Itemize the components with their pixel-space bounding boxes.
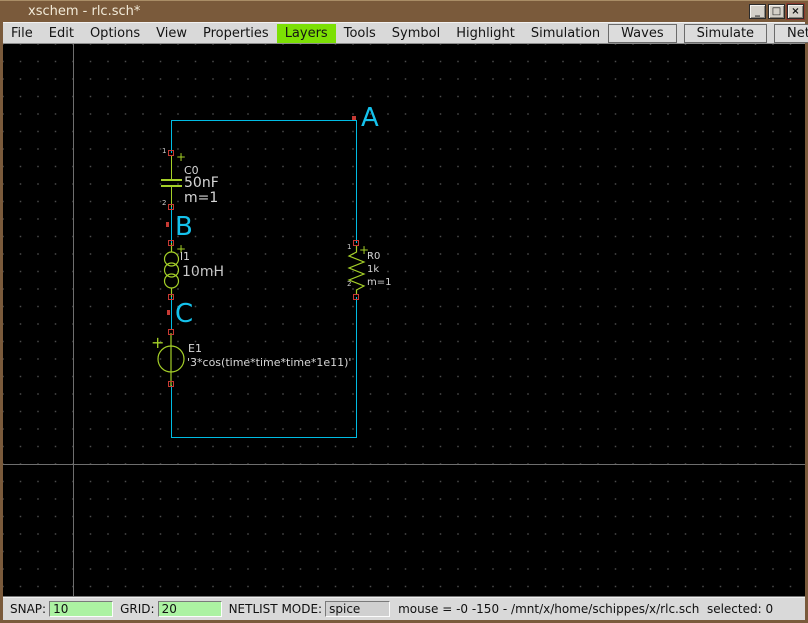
resistor-value[interactable]: 1k [367,264,379,276]
netlist-mode-label: NETLIST MODE: [228,602,323,616]
origin-axis-horizontal [3,464,805,465]
xschem-window: xschem - rlc.sch* _ □ × File Edit Option… [0,0,808,623]
inductor-value[interactable]: 10mH [182,265,224,280]
capacitor-pin2-number: 2 [162,199,167,207]
capacitor-lead-top[interactable] [171,156,172,179]
mouse-status-text: mouse = -0 -150 - /mnt/x/home/schippes/x… [398,602,774,616]
menu-edit[interactable]: Edit [41,24,82,43]
source-pin2-marker[interactable] [168,381,174,387]
wire-left-2[interactable] [171,207,172,243]
menu-file[interactable]: File [3,24,41,43]
node-label-a[interactable]: A [361,105,379,131]
window-title: xschem - rlc.sch* [28,4,141,19]
netlist-button[interactable]: Netlist [774,23,808,43]
wire-right-1[interactable] [356,120,357,243]
inductor-pin1-marker[interactable] [168,240,174,246]
node-label-c[interactable]: C [175,301,193,327]
simulate-button[interactable]: Simulate [683,23,768,43]
resistor-pin1-number: 1 [347,243,352,251]
menu-properties[interactable]: Properties [195,24,277,43]
grid-input[interactable] [157,601,222,617]
waves-button[interactable]: Waves [608,23,677,43]
wire-left-3[interactable] [171,297,172,330]
menu-view[interactable]: View [148,24,195,43]
grid-label: GRID: [120,602,155,616]
menu-highlight[interactable]: Highlight [448,24,523,43]
resistor-pin2-number: 2 [347,280,352,288]
source-name[interactable]: E1 [188,343,202,355]
schematic-canvas[interactable]: 1 2 + C0 50nF m=1 B + l1 10mH C + E1 '3*… [3,44,805,597]
capacitor-value[interactable]: 50nF [184,176,219,191]
capacitor-plate-top[interactable] [161,179,182,181]
menu-simulation[interactable]: Simulation [523,24,608,43]
snap-input[interactable] [49,601,114,617]
label-b-pin-tick [166,222,169,227]
wire-left-4[interactable] [171,385,172,438]
window-controls: _ □ × [749,3,805,20]
minimize-button[interactable]: _ [749,4,766,19]
menu-bar: File Edit Options View Properties Layers… [3,22,808,44]
menu-layers[interactable]: Layers [276,23,336,43]
menu-options[interactable]: Options [82,24,148,43]
maximize-button[interactable]: □ [768,4,785,19]
origin-axis-vertical [73,44,74,597]
wire-right-2[interactable] [356,297,357,438]
resistor-pin2-marker[interactable] [353,294,359,300]
inductor-pin2-marker[interactable] [168,294,174,300]
inductor-name[interactable]: l1 [180,251,190,263]
menu-symbol[interactable]: Symbol [384,24,448,43]
status-bar: SNAP: GRID: NETLIST MODE: mouse = -0 -15… [3,597,805,620]
capacitor-mult[interactable]: m=1 [184,191,218,206]
capacitor-pin1-marker[interactable] [168,150,174,156]
wire-left-1[interactable] [171,120,172,153]
source-pin1-marker[interactable] [168,329,174,335]
close-button[interactable]: × [786,3,805,20]
source-value[interactable]: '3*cos(time*time*time*1e11)' [187,357,351,369]
snap-label: SNAP: [10,602,47,616]
node-label-b[interactable]: B [175,214,193,240]
source-plus-icon: + [151,333,165,352]
netlist-mode-input[interactable] [325,601,391,617]
wire-top[interactable] [171,120,357,121]
resistor-name[interactable]: R0 [367,251,380,263]
wire-bottom[interactable] [171,437,357,438]
resistor-mult[interactable]: m=1 [367,277,391,289]
menu-tools[interactable]: Tools [336,24,384,43]
capacitor-pin2-marker[interactable] [168,204,174,210]
label-a-pin-tick [352,116,356,120]
title-bar[interactable]: xschem - rlc.sch* _ □ × [0,0,808,22]
label-c-pin-tick [167,310,170,315]
capacitor-plus-icon: + [176,150,187,164]
capacitor-pin1-number: 1 [162,147,167,155]
